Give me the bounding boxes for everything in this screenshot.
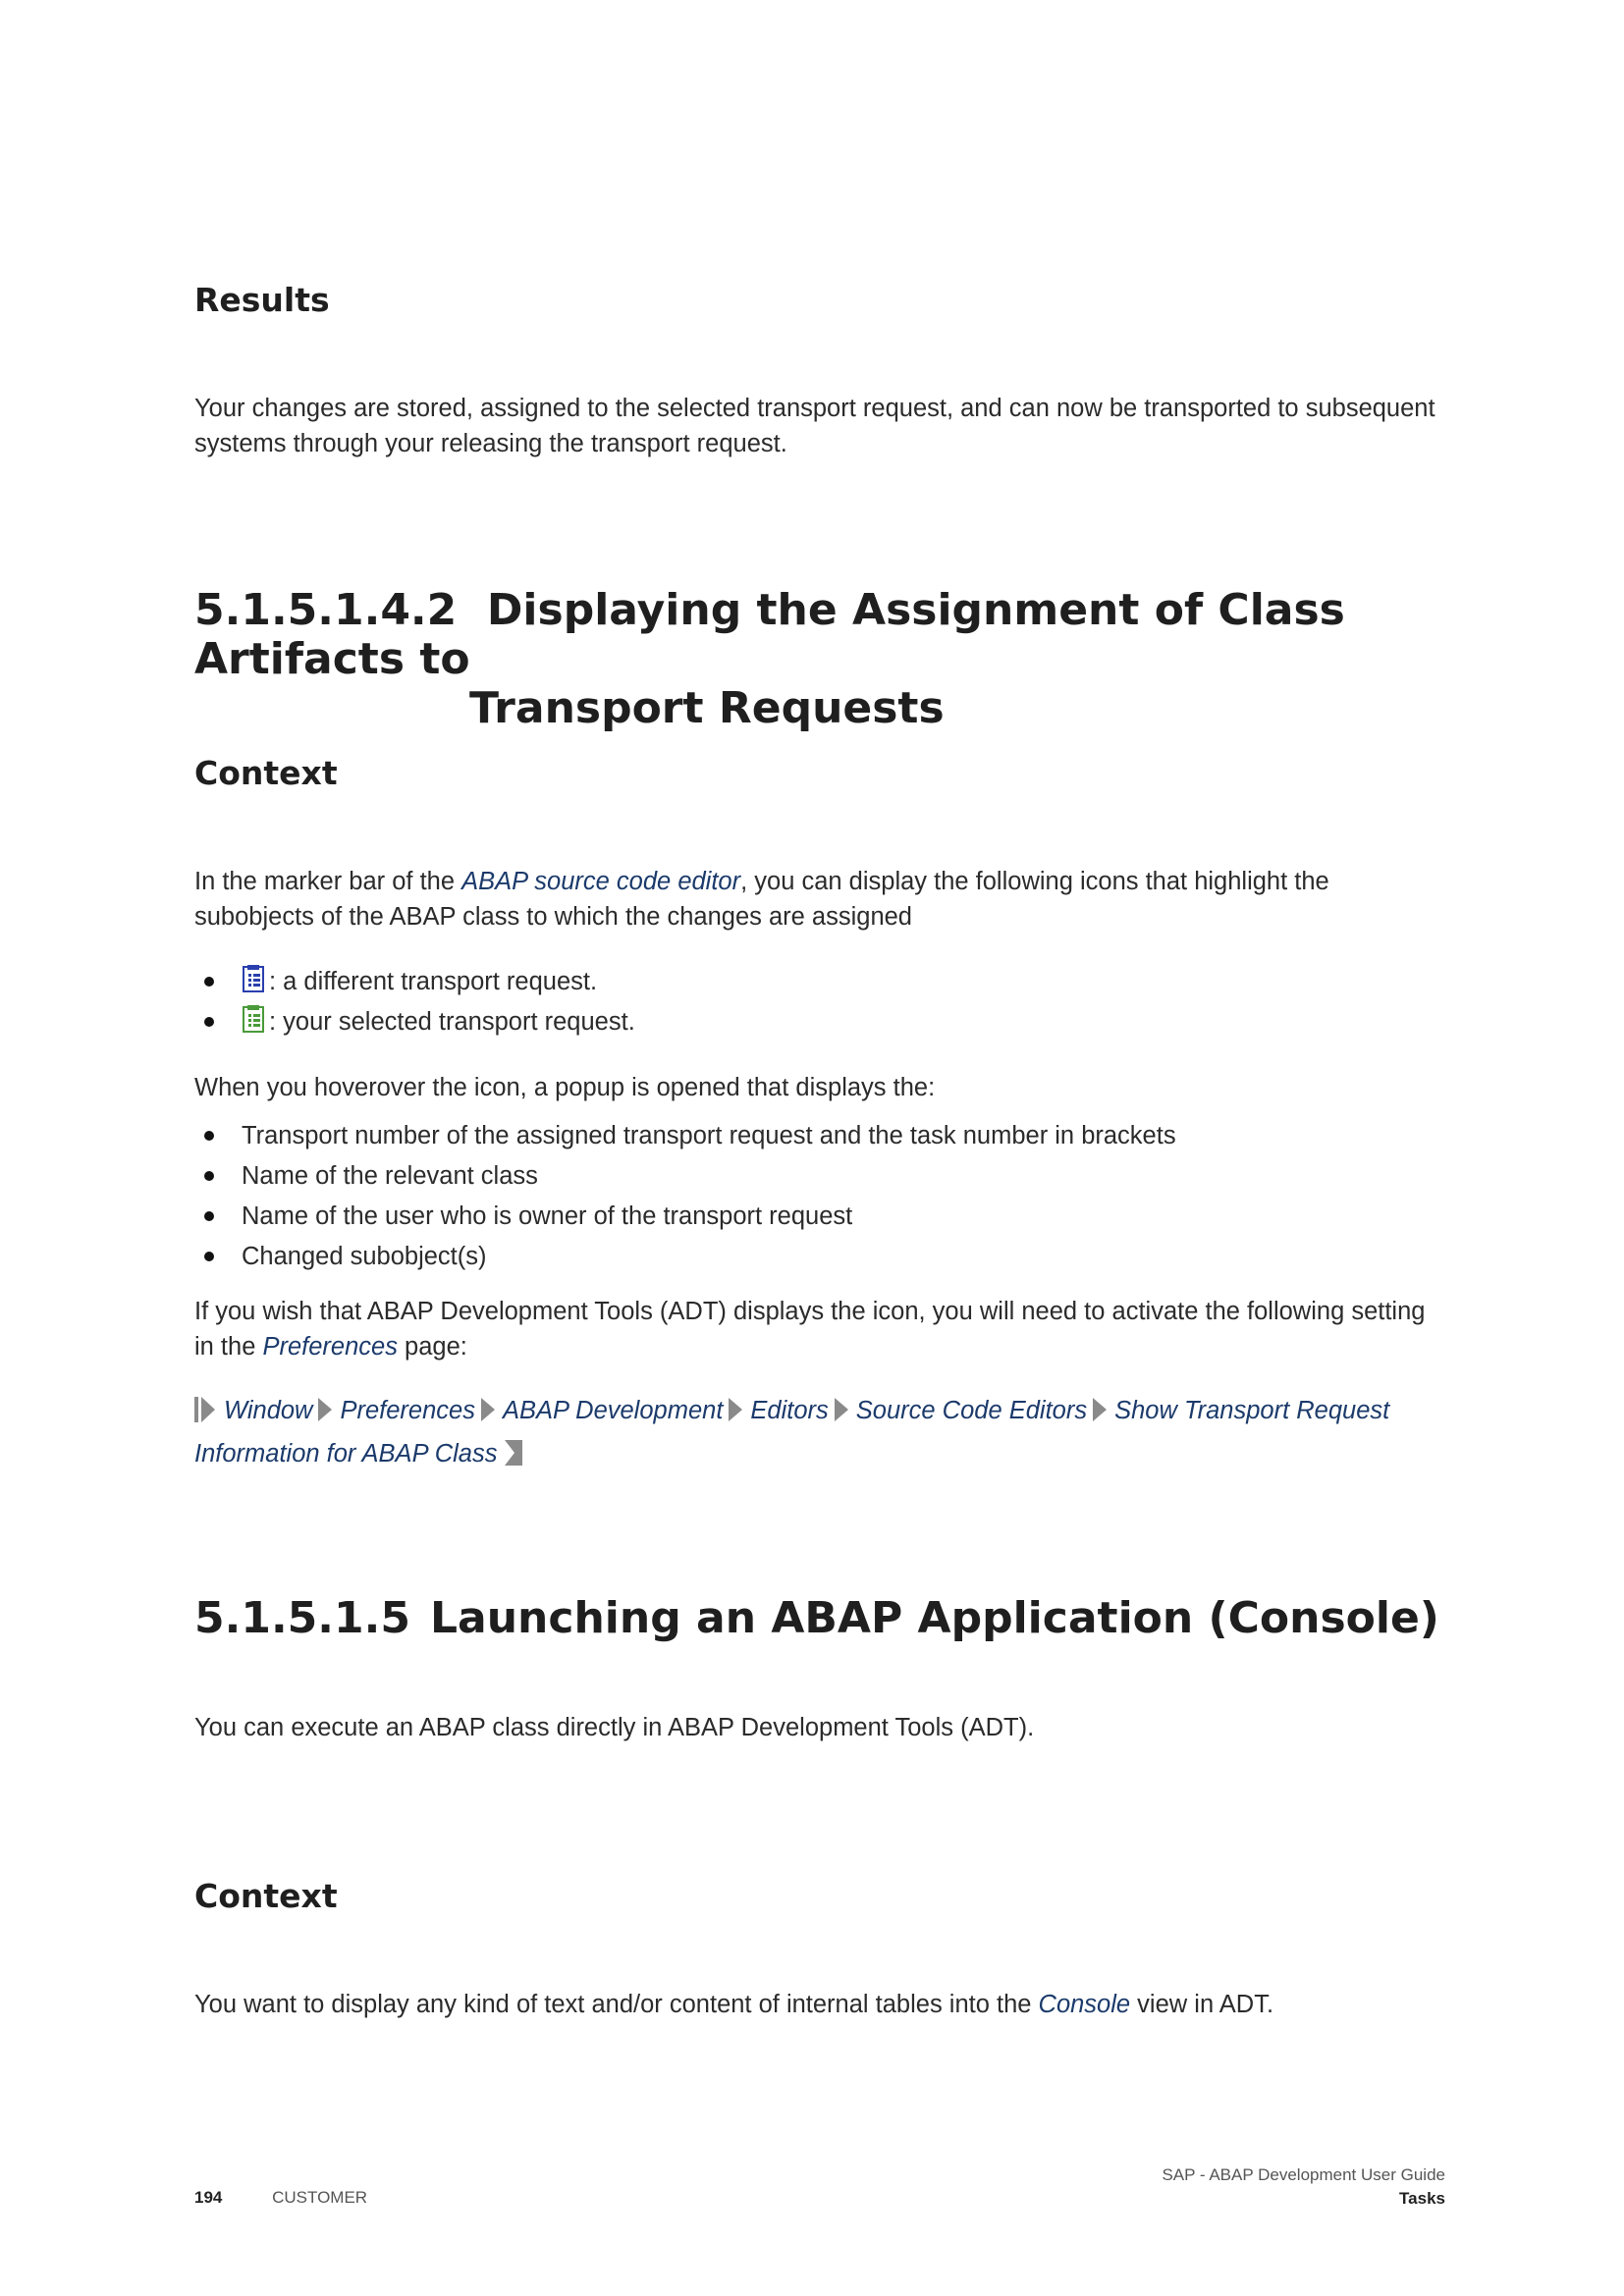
path-start-icon (194, 1397, 215, 1422)
preferences-link[interactable]: Preferences (262, 1333, 398, 1361)
footer-left: 194 CUSTOMER (194, 2188, 367, 2208)
bullet (204, 1131, 214, 1141)
list-item: Name of the user who is owner of the tra… (194, 1199, 1176, 1239)
setting-text: If you wish that ABAP Development Tools … (194, 1298, 1426, 1361)
list-item: Transport number of the assigned transpo… (194, 1118, 1176, 1158)
context-intro: In the marker bar of the ABAP source cod… (194, 868, 1329, 931)
path-segment-window[interactable]: Window (224, 1397, 312, 1424)
bullet (204, 977, 214, 987)
list-item: : a different transport request. (194, 964, 635, 1004)
context-heading-2: Context (194, 1877, 338, 1915)
chapter-label: Tasks (1399, 2189, 1445, 2208)
hover-text: When you hoverover the icon, a popup is … (194, 1074, 936, 1101)
bullet (204, 1252, 214, 1261)
list-item: : your selected transport request. (194, 1004, 635, 1044)
console-link[interactable]: Console (1039, 1991, 1131, 2018)
section-title: Launching an ABAP Application (Console) (430, 1593, 1439, 1643)
context-heading: Context (194, 754, 338, 792)
launch-text: You can execute an ABAP class directly i… (194, 1714, 1035, 1741)
list-item: Changed subobject(s) (194, 1239, 1176, 1279)
section-heading-5-1-5-1-5: 5.1.5.1.5 Launching an ABAP Application (… (194, 1594, 1439, 1643)
abap-source-code-editor-link[interactable]: ABAP source code editor (461, 868, 740, 895)
bullet (204, 1017, 214, 1027)
section-number: 5.1.5.1.5 (194, 1593, 410, 1643)
section-number: 5.1.5.1.4.2 (194, 585, 458, 635)
bullet (204, 1171, 214, 1181)
path-end-icon (505, 1440, 523, 1466)
footer-right: SAP - ABAP Development User Guide Tasks (1162, 2163, 1445, 2211)
path-separator-icon (729, 1398, 743, 1421)
path-segment-editors[interactable]: Editors (750, 1397, 828, 1424)
section-heading-5-1-5-1-4-2: 5.1.5.1.4.2 Displaying the Assignment of… (194, 586, 1441, 733)
path-segment-preferences[interactable]: Preferences (340, 1397, 475, 1424)
section-title-line2: Transport Requests (469, 683, 945, 733)
green-transport-request-icon (243, 1005, 264, 1033)
path-separator-icon (318, 1398, 333, 1421)
results-heading: Results (194, 281, 330, 319)
page-number: 194 (194, 2188, 223, 2207)
path-separator-icon (1093, 1398, 1108, 1421)
list-item: Name of the relevant class (194, 1158, 1176, 1199)
blue-transport-request-icon (243, 965, 264, 992)
guide-title: SAP - ABAP Development User Guide (1162, 2165, 1445, 2184)
path-segment-source-code-editors[interactable]: Source Code Editors (856, 1397, 1087, 1424)
popup-details-list: Transport number of the assigned transpo… (194, 1118, 1176, 1279)
context-text-2: You want to display any kind of text and… (194, 1991, 1274, 2018)
path-separator-icon (834, 1398, 848, 1421)
path-segment-abap-development[interactable]: ABAP Development (503, 1397, 723, 1424)
classification-label: CUSTOMER (272, 2188, 368, 2207)
results-text: Your changes are stored, assigned to the… (194, 395, 1435, 457)
icon-list: : a different transport request. : your … (194, 964, 635, 1044)
menu-path: Window Preferences ABAP Development Editors… (194, 1389, 1451, 1475)
bullet (204, 1211, 214, 1221)
path-separator-icon (480, 1398, 495, 1421)
